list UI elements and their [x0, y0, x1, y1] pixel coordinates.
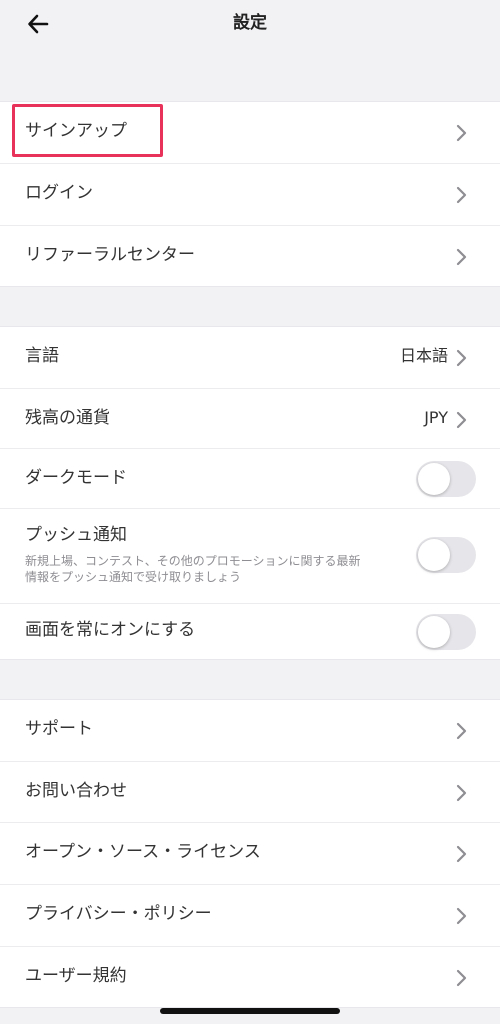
- dark-mode-row: ダークモード: [0, 449, 500, 509]
- push-notification-description-line2: 情報をプッシュ通知で受け取りましょう: [25, 570, 242, 584]
- currency-label: 残高の通貨: [25, 408, 110, 428]
- oss-license-label: オープン・ソース・ライセンス: [25, 842, 261, 862]
- chevron-right-icon: [456, 969, 467, 987]
- contact-row[interactable]: お問い合わせ: [0, 762, 500, 823]
- screen-always-on-row: 画面を常にオンにする: [0, 604, 500, 661]
- referral-label: リファーラルセンター: [25, 245, 195, 265]
- language-label: 言語: [25, 346, 59, 366]
- privacy-policy-label: プライバシー・ポリシー: [25, 904, 212, 924]
- toggle-knob: [418, 616, 450, 648]
- language-value: 日本語: [399, 346, 448, 365]
- chevron-right-icon: [456, 349, 467, 367]
- chevron-right-icon: [456, 907, 467, 925]
- privacy-policy-row[interactable]: プライバシー・ポリシー: [0, 885, 500, 947]
- referral-row[interactable]: リファーラルセンター: [0, 226, 500, 288]
- terms-label: ユーザー規約: [25, 966, 127, 986]
- chevron-right-icon: [456, 784, 467, 802]
- chevron-right-icon: [456, 722, 467, 740]
- home-indicator: [160, 1008, 340, 1014]
- currency-row[interactable]: 残高の通貨 JPY: [0, 389, 500, 449]
- push-notification-description-line1: 新規上場、コンテスト、その他のプロモーションに関する最新: [25, 554, 361, 568]
- settings-group: 言語 日本語 残高の通貨 JPY ダークモード プッシュ通知 新規上場、コンテス…: [0, 326, 500, 660]
- header-bar: 設定: [0, 0, 500, 48]
- page-title: 設定: [233, 13, 267, 33]
- support-row[interactable]: サポート: [0, 700, 500, 762]
- signup-row[interactable]: サインアップ: [0, 102, 500, 164]
- chevron-right-icon: [456, 845, 467, 863]
- currency-value: JPY: [424, 408, 448, 427]
- contact-label: お問い合わせ: [25, 781, 127, 801]
- chevron-right-icon: [456, 186, 467, 204]
- push-notification-toggle[interactable]: [416, 537, 476, 573]
- dark-mode-toggle[interactable]: [416, 461, 476, 497]
- screen-always-on-label: 画面を常にオンにする: [25, 620, 196, 640]
- info-group: サポート お問い合わせ オープン・ソース・ライセンス プライバシー・ポリシー ユ…: [0, 699, 500, 1008]
- push-notification-row: プッシュ通知 新規上場、コンテスト、その他のプロモーションに関する最新 情報をプ…: [0, 509, 500, 604]
- language-row[interactable]: 言語 日本語: [0, 327, 500, 389]
- chevron-right-icon: [456, 124, 467, 142]
- account-group: サインアップ ログイン リファーラルセンター: [0, 101, 500, 287]
- login-label: ログイン: [25, 183, 93, 203]
- toggle-knob: [418, 539, 450, 571]
- terms-row[interactable]: ユーザー規約: [0, 947, 500, 1009]
- dark-mode-label: ダークモード: [25, 468, 127, 488]
- back-button[interactable]: [24, 10, 52, 38]
- toggle-knob: [418, 463, 450, 495]
- login-row[interactable]: ログイン: [0, 164, 500, 226]
- screen-always-on-toggle[interactable]: [416, 614, 476, 650]
- chevron-right-icon: [456, 411, 467, 429]
- arrow-left-icon: [28, 14, 49, 34]
- chevron-right-icon: [456, 248, 467, 266]
- support-label: サポート: [25, 719, 93, 739]
- signup-label: サインアップ: [25, 121, 127, 141]
- oss-license-row[interactable]: オープン・ソース・ライセンス: [0, 823, 500, 885]
